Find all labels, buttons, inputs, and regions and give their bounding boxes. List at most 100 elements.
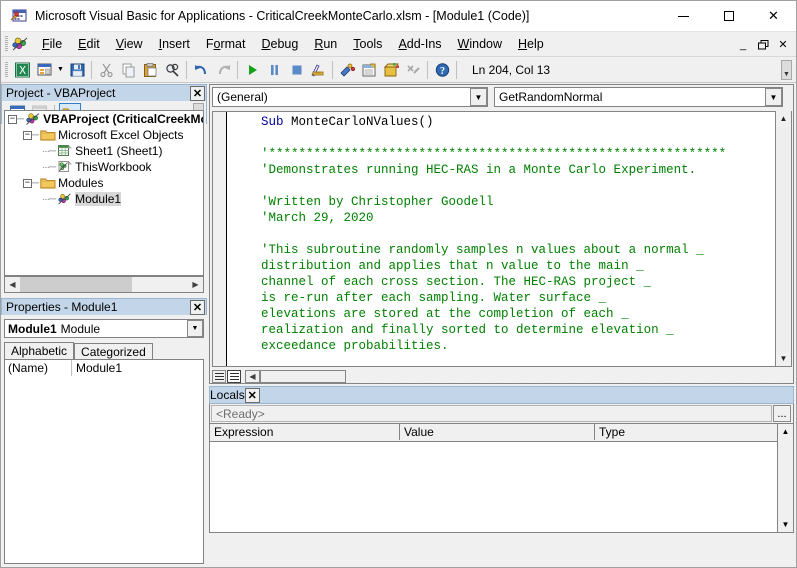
code-line: exceedance probabilities. [231, 338, 792, 354]
run-icon[interactable] [241, 59, 263, 81]
code-token: realization and finally sorted to determ… [231, 323, 674, 337]
locals-column-type[interactable]: Type [595, 424, 778, 440]
project-explorer-icon[interactable] [336, 59, 358, 81]
menu-help[interactable]: Help [510, 34, 552, 55]
window-title: Microsoft Visual Basic for Applications … [35, 9, 530, 23]
menu-window[interactable]: Window [450, 34, 510, 55]
tree-item-modules[interactable]: − ─ Modules [5, 175, 203, 191]
locals-vscroll-up-arrow[interactable]: ▲ [778, 424, 793, 439]
tree-item-thisworkbook[interactable]: ···─ ThisWorkbook [5, 159, 203, 175]
properties-object-combo[interactable]: Module1 Module ▼ [4, 319, 204, 338]
properties-close-button[interactable]: ✕ [190, 299, 205, 315]
menu-format[interactable]: Format [198, 34, 254, 55]
menu-run[interactable]: Run [306, 34, 345, 55]
undo-icon[interactable] [190, 59, 212, 81]
locals-column-expression[interactable]: Expression [210, 424, 400, 440]
tree-expander[interactable]: − [8, 114, 17, 124]
help-icon[interactable]: ? [431, 59, 453, 81]
code-hscroll-left-arrow[interactable]: ◀ [245, 369, 260, 383]
close-button[interactable]: ✕ [751, 1, 796, 32]
toolbar-overflow-button[interactable]: ▼ [781, 60, 792, 80]
maximize-button[interactable] [706, 1, 751, 32]
project-explorer-close-button[interactable]: ✕ [190, 85, 205, 101]
code-margin-indicator-bar[interactable] [213, 112, 227, 366]
vba-editor-window: Microsoft Visual Basic for Applications … [0, 0, 797, 568]
menu-file[interactable]: File [34, 34, 70, 55]
code-token: is re-run after each sampling. Water sur… [231, 291, 607, 305]
properties-window-icon[interactable] [358, 59, 380, 81]
locals-callstack-button[interactable]: ... [773, 405, 791, 422]
tree-item-microsoft-excel-objects[interactable]: − ─ Microsoft Excel Objects [5, 127, 203, 143]
object-combo[interactable]: (General) ▼ [212, 87, 488, 107]
hscroll-thumb[interactable] [20, 277, 132, 292]
procedure-combo[interactable]: GetRandomNormal ▼ [494, 87, 783, 107]
code-vscrollbar[interactable]: ▲ ▼ [775, 111, 792, 367]
save-icon[interactable] [66, 59, 88, 81]
tree-item-module1[interactable]: ···─ Module1 [5, 191, 203, 207]
hscroll-right-arrow[interactable]: ▶ [188, 277, 203, 292]
locals-vscrollbar[interactable]: ▲ ▼ [777, 424, 793, 532]
locals-context-field[interactable]: <Ready> [211, 405, 772, 422]
find-icon[interactable] [161, 59, 183, 81]
copy-icon[interactable] [117, 59, 139, 81]
tree-connector: ─ [32, 129, 39, 141]
chevron-down-icon[interactable]: ▼ [470, 88, 487, 106]
chevron-down-icon[interactable]: ▼ [765, 88, 782, 106]
property-value[interactable]: Module1 [72, 361, 203, 375]
insert-userform-icon[interactable] [33, 59, 55, 81]
view-excel-icon[interactable]: X [11, 59, 33, 81]
project-tree[interactable]: − ─ VBAProject (CriticalCreekMo − ─ Microsoft… [4, 110, 204, 276]
object-browser-icon[interactable] [380, 59, 402, 81]
mdi-restore-button[interactable] [754, 36, 772, 53]
toolbox-icon[interactable] [402, 59, 424, 81]
locals-column-value[interactable]: Value [400, 424, 595, 440]
locals-close-button[interactable]: ✕ [244, 387, 260, 403]
menu-insert[interactable]: Insert [151, 34, 198, 55]
code-vscroll-up-arrow[interactable]: ▲ [776, 111, 791, 126]
project-tree-hscrollbar[interactable]: ◀ ▶ [4, 276, 204, 293]
cut-icon[interactable] [95, 59, 117, 81]
code-vscroll-track[interactable] [776, 127, 791, 351]
full-module-view-button[interactable] [227, 369, 241, 383]
redo-icon[interactable] [212, 59, 234, 81]
tab-categorized[interactable]: Categorized [74, 343, 153, 360]
code-hscroll-thumb[interactable] [260, 369, 346, 383]
menu-view[interactable]: View [108, 34, 151, 55]
procedure-view-button[interactable] [212, 369, 226, 383]
property-row[interactable]: (Name) Module1 [5, 360, 203, 376]
menu-addins[interactable]: Add-Ins [390, 34, 449, 55]
break-icon[interactable] [263, 59, 285, 81]
window-controls: ✕ [661, 1, 796, 32]
insert-dropdown-arrow[interactable]: ▼ [55, 59, 66, 81]
tree-item-label: Module1 [75, 192, 122, 206]
code-vscroll-down-arrow[interactable]: ▼ [776, 351, 791, 366]
toolbar-grip[interactable] [5, 61, 8, 78]
paste-icon[interactable] [139, 59, 161, 81]
properties-grid[interactable]: (Name) Module1 [4, 359, 204, 564]
maximize-icon [723, 11, 734, 21]
tree-connector: ···─ [42, 193, 56, 205]
reset-icon[interactable] [285, 59, 307, 81]
hscroll-left-arrow[interactable]: ◀ [5, 277, 20, 292]
code-hscroll-track[interactable] [346, 369, 792, 383]
design-mode-icon[interactable] [307, 59, 329, 81]
menu-edit[interactable]: Edit [70, 34, 108, 55]
menu-tools[interactable]: Tools [345, 34, 390, 55]
menu-debug[interactable]: Debug [253, 34, 306, 55]
code-hscrollbar[interactable]: ◀ [245, 369, 792, 383]
mdi-close-button[interactable]: ✕ [774, 36, 792, 53]
locals-grid[interactable]: Expression Value Type ▲ ▼ [209, 423, 794, 533]
tab-alphabetic[interactable]: Alphabetic [4, 342, 75, 360]
minimize-button[interactable] [661, 1, 706, 32]
menu-grip[interactable] [5, 36, 8, 52]
tree-item-vbaproject-criticalcreekmo[interactable]: − ─ VBAProject (CriticalCreekMo [5, 111, 203, 127]
chevron-down-icon[interactable]: ▼ [187, 320, 203, 337]
mdi-minimize-button[interactable]: _ [734, 36, 752, 53]
tree-item-sheet1-sheet1[interactable]: ···─ Sheet1 (Sheet1) [5, 143, 203, 159]
tree-expander[interactable]: − [23, 178, 32, 188]
code-text[interactable]: Sub MonteCarloNValues() '***************… [231, 114, 792, 354]
tree-expander[interactable]: − [23, 130, 32, 140]
locals-vscroll-down-arrow[interactable]: ▼ [778, 517, 793, 532]
code-editor[interactable]: Sub MonteCarloNValues() '***************… [212, 111, 792, 367]
